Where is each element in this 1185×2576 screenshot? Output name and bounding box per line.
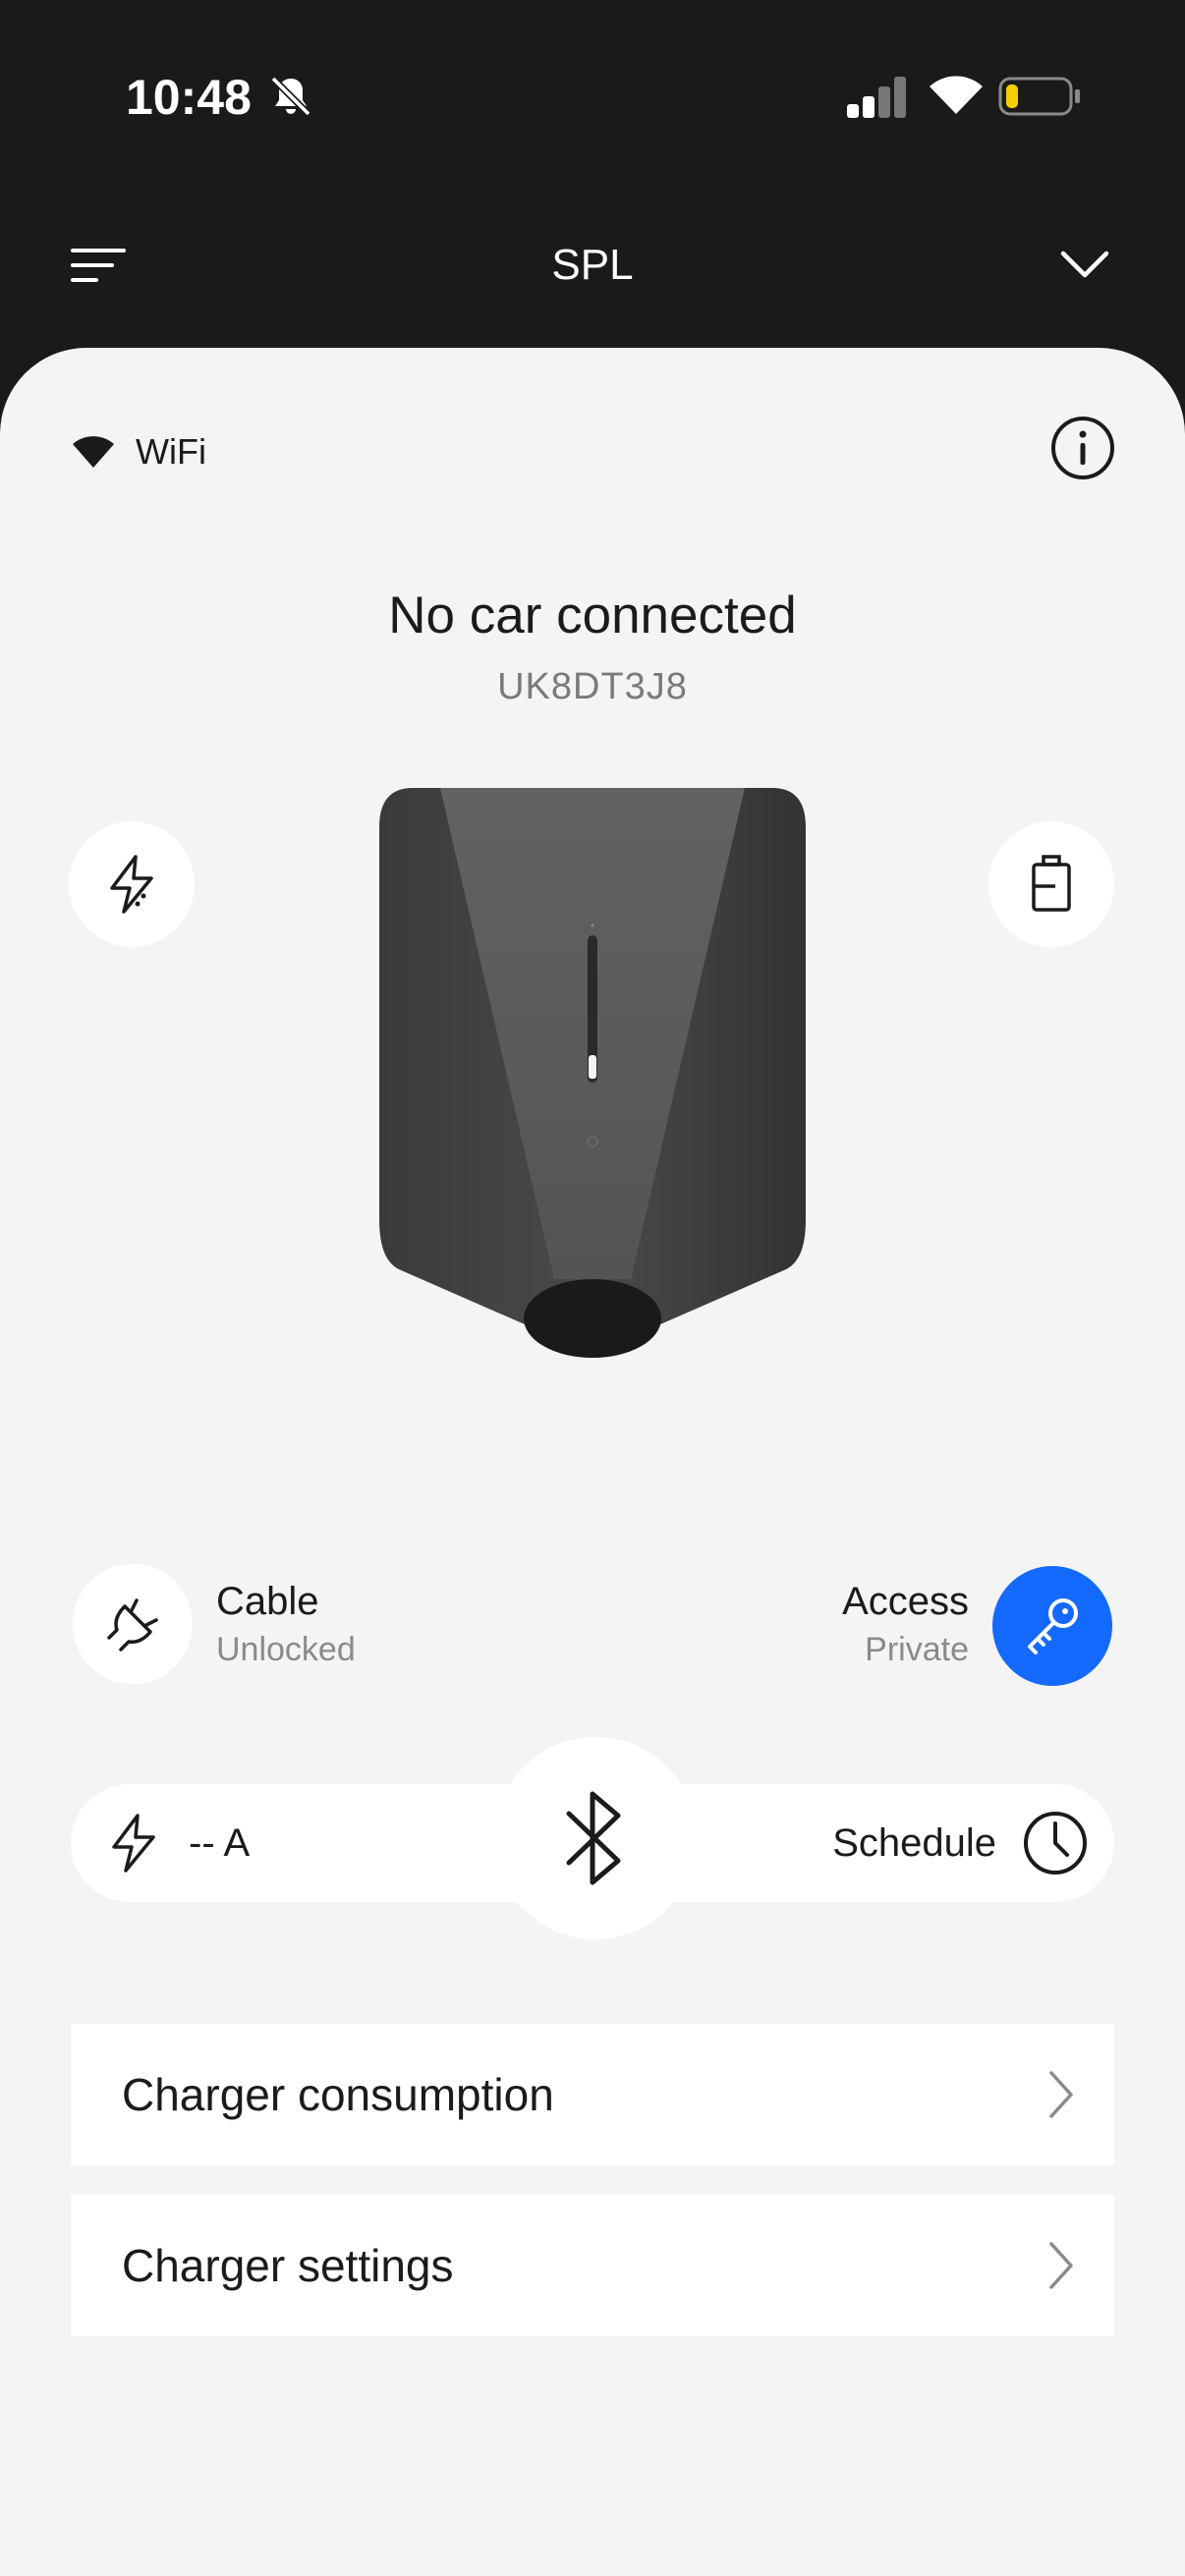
connection-indicator: WiFi [71, 424, 206, 479]
access-button[interactable] [992, 1566, 1112, 1686]
cable-state: Unlocked [216, 1631, 356, 1668]
connection-label: WiFi [136, 431, 206, 472]
info-icon[interactable] [1049, 415, 1116, 481]
charger-serial: UK8DT3J8 [497, 666, 688, 707]
bluetooth-button[interactable] [494, 1737, 697, 1939]
cable-label: Cable [216, 1580, 319, 1623]
lightning-icon [112, 1814, 155, 1873]
car-battery-button[interactable] [988, 821, 1114, 947]
boost-charge-button[interactable] [69, 821, 195, 947]
access-label: Access [842, 1580, 969, 1623]
charger-image [379, 788, 806, 1358]
charging-status: No car connected [388, 587, 797, 644]
clock-icon[interactable] [1022, 1810, 1089, 1876]
key-icon [1028, 1598, 1078, 1654]
access-state: Private [865, 1631, 969, 1668]
plug-icon [107, 1598, 158, 1652]
status-time: 10:48 [126, 70, 252, 125]
battery-icon [998, 77, 1080, 116]
app-screen: 10:48 SPL WiFi No car connected UK8DT3J8… [0, 0, 1185, 2576]
chevron-right-icon [1049, 2242, 1073, 2289]
chevron-down-icon[interactable] [1057, 246, 1112, 285]
charger-consumption-row[interactable]: Charger consumption [71, 2024, 1114, 2165]
current-setting[interactable]: -- A [189, 1784, 250, 1902]
cable-lock-button[interactable] [73, 1564, 193, 1684]
charger-name-title[interactable]: SPL [0, 236, 1185, 295]
wifi-icon [73, 436, 114, 468]
lightning-icon [110, 855, 153, 914]
row-label: Charger consumption [122, 2069, 554, 2120]
battery-outline-icon [1032, 855, 1071, 912]
bell-slash-icon [270, 76, 311, 117]
access-status: Access Private [842, 1576, 969, 1672]
charger-settings-row[interactable]: Charger settings [71, 2195, 1114, 2336]
cable-status: Cable Unlocked [216, 1576, 356, 1672]
schedule-label[interactable]: Schedule [832, 1784, 996, 1902]
bluetooth-icon [566, 1791, 621, 1885]
row-label: Charger settings [122, 2240, 454, 2291]
signal-icon [847, 77, 906, 118]
chevron-right-icon [1049, 2071, 1073, 2118]
wifi-icon [930, 76, 983, 114]
